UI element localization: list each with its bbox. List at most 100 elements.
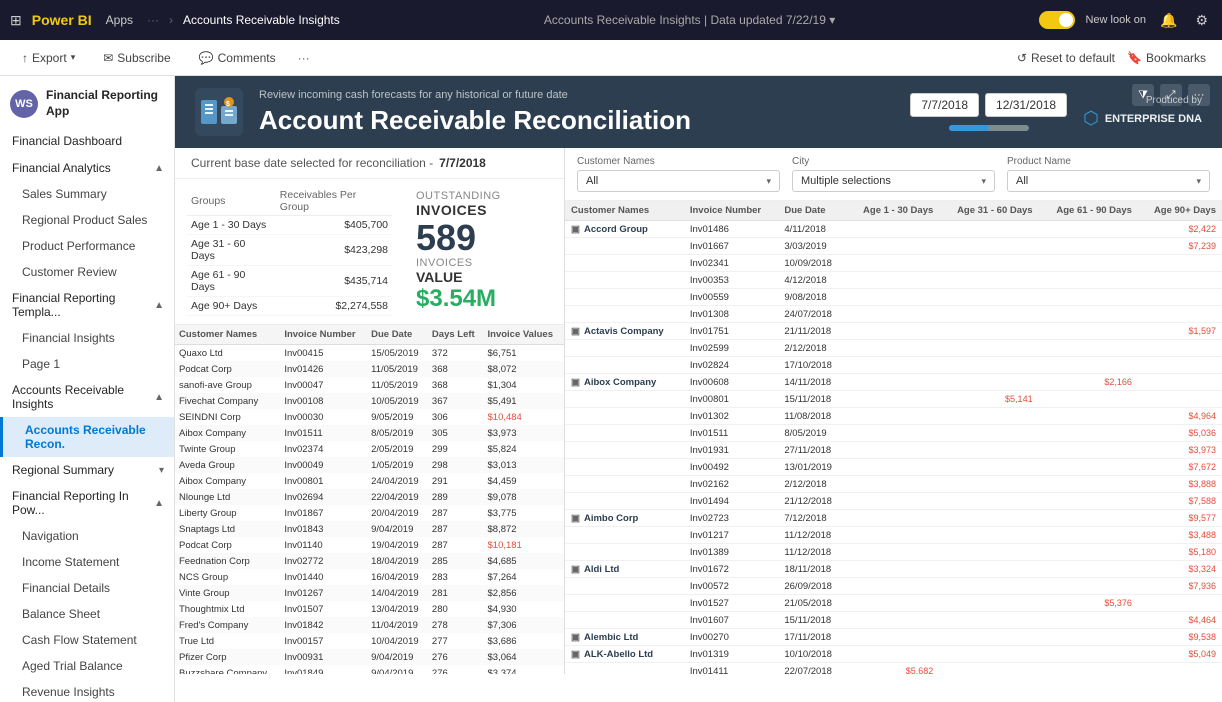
action-dots[interactable]: ··· [298, 51, 310, 65]
customer-names-select[interactable]: All ▾ [577, 170, 780, 192]
detail-due-date: 9/05/2019 [367, 409, 428, 425]
new-look-toggle[interactable] [1039, 11, 1075, 29]
age-group-value: $435,714 [276, 266, 392, 297]
detail-invoice: Inv01511 [280, 425, 367, 441]
detail-scroll[interactable]: Customer NamesInvoice NumberDue DateDays… [175, 325, 564, 674]
sidebar-item-financial-insights[interactable]: Financial Insights [0, 325, 174, 351]
right-age1 [846, 306, 939, 323]
sidebar-item-customer-review[interactable]: Customer Review [0, 259, 174, 285]
right-table-element: Customer NamesInvoice NumberDue DateAge … [565, 201, 1222, 674]
right-customer-group: ▣Alembic Ltd [565, 629, 684, 646]
start-date[interactable]: 7/7/2018 [910, 93, 979, 117]
more-options-button[interactable]: ··· [1188, 84, 1210, 106]
sidebar-item-cash-flow-statement[interactable]: Cash Flow Statement [0, 627, 174, 653]
settings-icon[interactable]: ⚙ [1191, 12, 1212, 29]
right-age1 [846, 510, 939, 527]
right-table-row: Inv02162 2/12/2018 $3,888 [565, 476, 1222, 493]
detail-customer: Pfizer Corp [175, 649, 280, 665]
apps-nav[interactable]: Apps [102, 11, 137, 29]
age-group-row: Age 31 - 60 Days$423,298 [187, 235, 392, 266]
end-date[interactable]: 12/31/2018 [985, 93, 1067, 117]
sidebar-section-financial-reporting-templates[interactable]: Financial Reporting Templa... ▲ [0, 285, 174, 325]
sidebar-item-accounts-receivable-recon[interactable]: Accounts Receivable Recon. [0, 417, 174, 457]
sidebar-item-aged-trial-balance[interactable]: Aged Trial Balance [0, 653, 174, 679]
right-customer-group: ▣Aibox Company [565, 374, 684, 391]
subscribe-button[interactable]: ✉ Subscribe [97, 47, 176, 69]
sidebar-item-income-statement[interactable]: Income Statement [0, 549, 174, 575]
detail-invoice: Inv00931 [280, 649, 367, 665]
detail-invoice: Inv00108 [280, 393, 367, 409]
filter-button[interactable]: ⧩ [1132, 84, 1154, 106]
right-due-date: 21/05/2018 [778, 595, 846, 612]
fullscreen-button[interactable]: ⤢ [1160, 84, 1182, 106]
right-invoice: Inv02341 [684, 255, 779, 272]
sidebar-item-product-performance[interactable]: Product Performance [0, 233, 174, 259]
right-customer-group [565, 306, 684, 323]
detail-table-row: Quaxo Ltd Inv00415 15/05/2019 372 $6,751 [175, 345, 564, 362]
right-customer-group [565, 272, 684, 289]
right-age4: $5,036 [1138, 425, 1222, 442]
sidebar-item-regional-product-sales[interactable]: Regional Product Sales [0, 207, 174, 233]
reset-button[interactable]: ↺ Reset to default [1017, 51, 1115, 65]
export-label: Export [32, 51, 67, 65]
right-due-date: 10/10/2018 [778, 646, 846, 663]
right-customer-group [565, 595, 684, 612]
detail-table-row: Fred's Company Inv01842 11/04/2019 278 $… [175, 617, 564, 633]
sidebar-section-accounts-receivable[interactable]: Accounts Receivable Insights ▲ [0, 377, 174, 417]
regional-summary-chevron: ▾ [159, 465, 164, 476]
sidebar-item-financial-dashboard[interactable]: Financial Dashboard [0, 127, 174, 155]
summary-grid: Groups Receivables Per Group Age 1 - 30 … [175, 179, 564, 324]
right-customer-group [565, 357, 684, 374]
right-due-date: 26/09/2018 [778, 578, 846, 595]
right-age2 [939, 544, 1038, 561]
right-table-row: Inv01511 8/05/2019 $5,036 [565, 425, 1222, 442]
age-group-label: Age 1 - 30 Days [187, 216, 276, 235]
financial-reporting-templates-label: Financial Reporting Templa... [12, 291, 154, 319]
right-table-row: ▣Aibox Company Inv00608 14/11/2018 $2,16… [565, 374, 1222, 391]
right-table-scroll[interactable]: Customer NamesInvoice NumberDue DateAge … [565, 201, 1222, 674]
right-due-date: 8/05/2019 [778, 425, 846, 442]
right-age1 [846, 255, 939, 272]
detail-days: 287 [428, 505, 484, 521]
date-selector[interactable]: 7/7/2018 12/31/2018 [910, 93, 1067, 131]
value-amount: $3.54M [416, 285, 552, 313]
sidebar-item-revenue-insights[interactable]: Revenue Insights [0, 679, 174, 702]
sidebar-item-navigation[interactable]: Navigation [0, 523, 174, 549]
detail-value: $4,930 [484, 601, 565, 617]
right-customer-group [565, 459, 684, 476]
sidebar-section-regional-summary[interactable]: Regional Summary ▾ [0, 457, 174, 483]
detail-value: $3,775 [484, 505, 565, 521]
sidebar-section-financial-analytics[interactable]: Financial Analytics ▲ [0, 155, 174, 181]
detail-table-element: Customer NamesInvoice NumberDue DateDays… [175, 325, 564, 674]
right-due-date: 10/09/2018 [778, 255, 846, 272]
date-slider[interactable] [949, 125, 1029, 131]
detail-customer: Twinte Group [175, 441, 280, 457]
city-select[interactable]: Multiple selections ▾ [792, 170, 995, 192]
export-button[interactable]: ↑ Export ▾ [16, 47, 81, 69]
sidebar-item-balance-sheet[interactable]: Balance Sheet [0, 601, 174, 627]
right-invoice: Inv02824 [684, 357, 779, 374]
customer-names-filter: Customer Names All ▾ [577, 156, 780, 192]
right-age2 [939, 221, 1038, 238]
comments-button[interactable]: 💬 Comments [193, 47, 282, 69]
city-filter-label: City [792, 156, 995, 167]
right-age1 [846, 340, 939, 357]
detail-due-date: 10/04/2019 [367, 633, 428, 649]
product-name-select[interactable]: All ▾ [1007, 170, 1210, 192]
bookmarks-button[interactable]: 🔖 Bookmarks [1127, 51, 1206, 65]
brand-logo: ⬡ ENTERPRISE DNA [1083, 108, 1202, 129]
detail-value: $3,374 [484, 665, 565, 674]
grid-icon[interactable]: ⊞ [10, 12, 22, 29]
right-invoice: Inv01494 [684, 493, 779, 510]
sidebar-section-financial-reporting-in-pow[interactable]: Financial Reporting In Pow... ▲ [0, 483, 174, 523]
right-age3 [1039, 255, 1138, 272]
sidebar-item-page-1[interactable]: Page 1 [0, 351, 174, 377]
sidebar-item-financial-details[interactable]: Financial Details [0, 575, 174, 601]
detail-due-date: 9/04/2019 [367, 521, 428, 537]
sidebar-item-sales-summary[interactable]: Sales Summary [0, 181, 174, 207]
right-col-header: Age 31 - 60 Days [939, 201, 1038, 221]
right-customer-group: ▣Aimbo Corp [565, 510, 684, 527]
right-col-header: Invoice Number [684, 201, 779, 221]
right-age2 [939, 408, 1038, 425]
bell-icon[interactable]: 🔔 [1156, 12, 1181, 29]
